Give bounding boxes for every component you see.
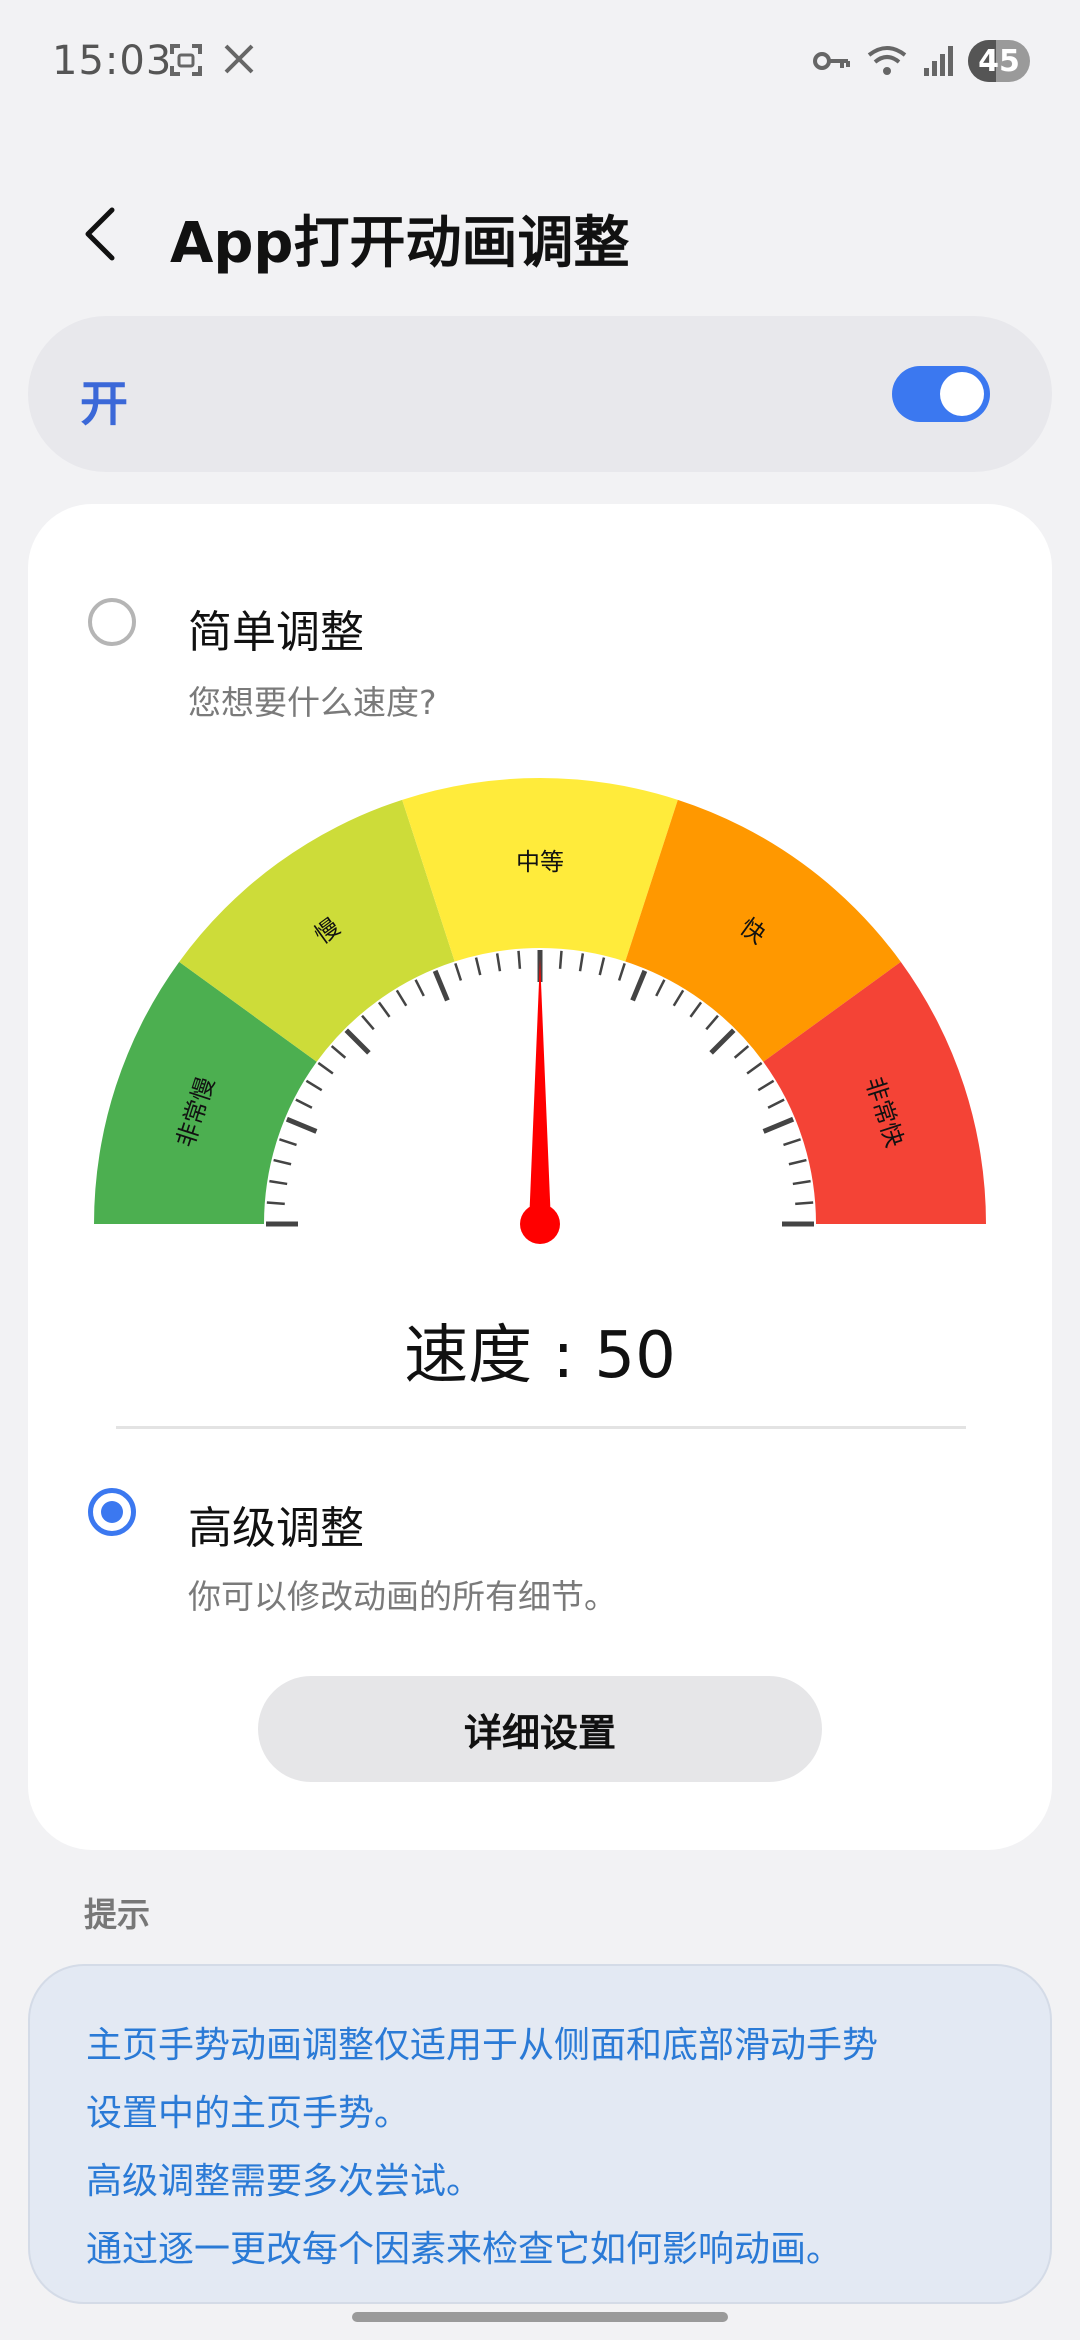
gauge-tick (495, 953, 502, 972)
gauge-tick (474, 957, 482, 976)
gauge-tick (709, 1028, 736, 1055)
gauge-tick (317, 1061, 334, 1075)
tip-line: 通过逐一更改每个因素来检查它如何影响动画。 (86, 2229, 843, 2270)
gauge-tick (746, 1061, 763, 1075)
gauge-needle (529, 958, 551, 1224)
status-time: 15:03 (52, 38, 173, 84)
detail-settings-button[interactable]: 详细设置 (258, 1676, 822, 1782)
tips-card: 主页手势动画调整仅适用于从侧面和底部滑动手势 设置中的主页手势。 高级调整需要多… (28, 1964, 1052, 2304)
page-title: App打开动画调整 (170, 211, 630, 276)
screenshot-icon (170, 44, 202, 76)
screen: 15:03 45 App打开动画调整 开 简单调整 您想要什么速度? 非常慢 慢… (0, 0, 1080, 2340)
signal-icon (924, 46, 953, 76)
gauge-tick (305, 1079, 323, 1092)
gauge-segment-label: 中等 (516, 848, 564, 876)
back-button[interactable] (70, 194, 130, 274)
gauge-tick (414, 979, 425, 997)
gauge-tick (454, 963, 463, 981)
gauge-tick (757, 1079, 775, 1092)
speed-gauge[interactable]: 非常慢慢中等快非常快 (28, 754, 1052, 1274)
key-icon (813, 52, 850, 70)
status-left-icons (168, 42, 256, 78)
gauge-tick (578, 953, 585, 972)
app-bar: App打开动画调整 (0, 170, 1080, 290)
tips-heading: 提示 (84, 1895, 150, 1934)
master-switch-row[interactable]: 开 (28, 316, 1052, 472)
gauge-tick (617, 963, 626, 981)
toggle-knob (940, 372, 984, 416)
master-toggle[interactable] (892, 366, 990, 422)
home-indicator (352, 2312, 728, 2322)
x-icon (224, 44, 254, 74)
gauge-tick (655, 979, 666, 997)
master-switch-label: 开 (80, 376, 129, 432)
chevron-left-icon (85, 207, 115, 261)
gauge-svg: 非常慢慢中等快非常快 (94, 778, 986, 1244)
gauge-tick (788, 1158, 807, 1166)
advanced-adjust-subtitle: 你可以修改动画的所有细节。 (188, 1577, 617, 1616)
gauge-tick (762, 1116, 795, 1134)
status-right-icons: 45 (812, 40, 1030, 82)
adjustment-card: 简单调整 您想要什么速度? 非常慢慢中等快非常快 速度 : 50 高级调整 你可… (28, 504, 1052, 1850)
gauge-tick (395, 989, 408, 1007)
gauge-needle-hub (520, 1204, 560, 1244)
speed-readout: 速度 : 50 (404, 1319, 676, 1393)
gauge-tick (630, 969, 648, 1002)
gauge-tick (733, 1045, 750, 1059)
gauge-tick (689, 1001, 703, 1018)
gauge-tick (558, 950, 563, 969)
gauge-tick (273, 1158, 292, 1166)
battery-indicator: 45 (968, 40, 1030, 82)
divider (116, 1426, 966, 1429)
gauge-tick (377, 1001, 391, 1018)
gauge-tick (330, 1045, 347, 1059)
simple-adjust-title[interactable]: 简单调整 (188, 596, 364, 660)
advanced-adjust-title[interactable]: 高级调整 (188, 1492, 364, 1556)
battery-level: 45 (978, 43, 1020, 79)
simple-adjust-radio[interactable] (88, 598, 136, 646)
gauge-tick (672, 989, 685, 1007)
gauge-tick (344, 1028, 371, 1055)
simple-adjust-subtitle: 您想要什么速度? (188, 683, 437, 722)
tip-line: 设置中的主页手势。 (86, 2093, 411, 2134)
gauge-tick (361, 1014, 375, 1031)
gauge-tick (269, 1179, 288, 1186)
tip-line: 高级调整需要多次尝试。 (86, 2161, 483, 2202)
gauge-tick (792, 1179, 811, 1186)
gauge-tick (517, 950, 522, 969)
wifi-icon (867, 46, 907, 75)
gauge-tick (279, 1138, 297, 1147)
gauge-tick (705, 1014, 719, 1031)
tip-line: 主页手势动画调整仅适用于从侧面和底部滑动手势 (86, 2025, 879, 2066)
gauge-tick (767, 1098, 785, 1109)
advanced-adjust-radio[interactable] (88, 1488, 136, 1536)
gauge-tick (295, 1098, 313, 1109)
gauge-tick (266, 1201, 285, 1206)
gauge-tick (795, 1201, 814, 1206)
gauge-tick (783, 1138, 801, 1147)
status-bar: 15:03 45 (0, 0, 1080, 130)
gauge-tick (432, 969, 450, 1002)
gauge-tick (285, 1116, 318, 1134)
gauge-tick (598, 957, 606, 976)
